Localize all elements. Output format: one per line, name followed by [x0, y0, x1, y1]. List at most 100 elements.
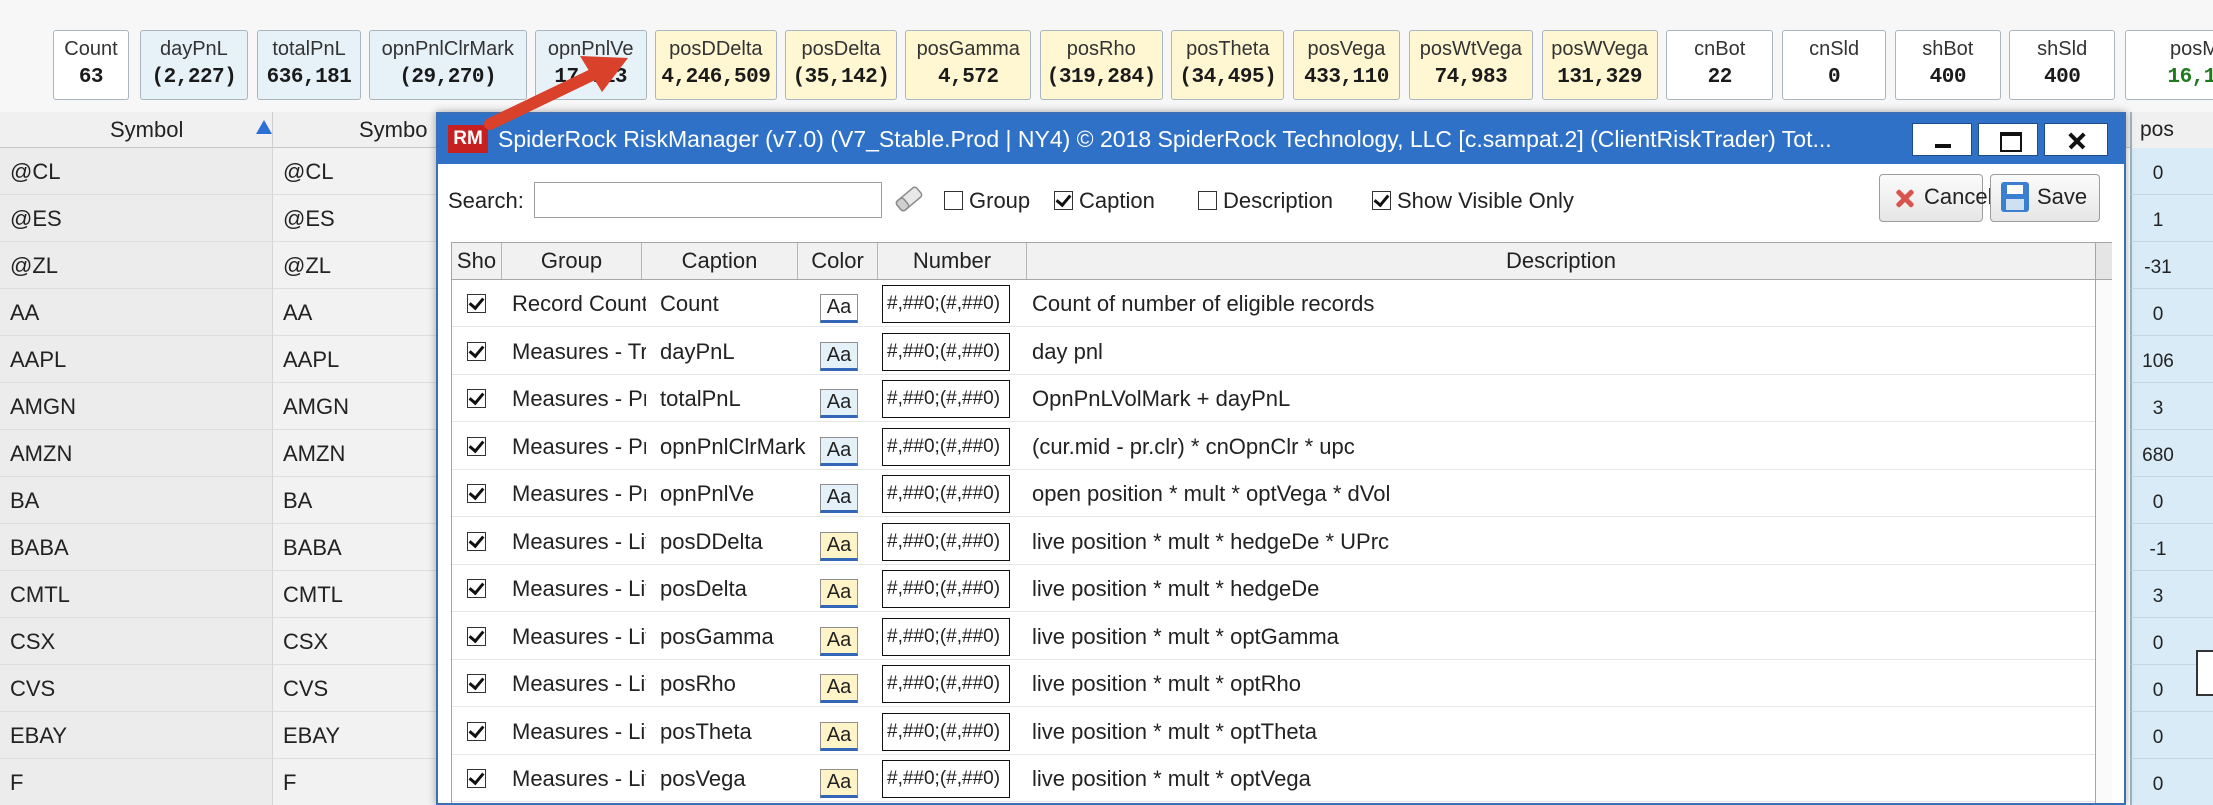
grid-cell-symbol-2[interactable]: AMZN	[272, 430, 452, 477]
field-number-format-input[interactable]: #,##0;(#,##0)	[882, 665, 1010, 703]
summary-box-posdelta[interactable]: posDelta (35,142)	[785, 30, 897, 100]
grid-cell-pos[interactable]: 0	[2130, 289, 2213, 336]
grid-cell-pos[interactable]: 1	[2130, 195, 2213, 242]
field-show-checkbox[interactable]	[467, 626, 486, 646]
column-header-caption[interactable]: Caption	[642, 243, 798, 279]
field-description[interactable]: Count of number of eligible records	[1032, 280, 2092, 327]
field-group[interactable]: Measures - Trade	[512, 328, 646, 375]
field-show-cell[interactable]	[452, 328, 502, 375]
field-description[interactable]: live position * mult * optVega	[1032, 755, 2092, 802]
field-description[interactable]: (cur.mid - pr.clr) * cnOpnClr * upc	[1032, 423, 2092, 470]
field-description[interactable]: live position * mult * hedgeDe * UPrc	[1032, 518, 2092, 565]
field-color-button[interactable]: Aa	[820, 531, 858, 561]
field-number-format-input[interactable]: #,##0;(#,##0)	[882, 475, 1010, 513]
field-row[interactable]: Measures - PnL AopnPnlVeAa#,##0;(#,##0)o…	[452, 470, 2112, 517]
field-color-button[interactable]: Aa	[820, 341, 858, 371]
field-show-cell[interactable]	[452, 613, 502, 660]
field-show-cell[interactable]	[452, 660, 502, 707]
field-show-checkbox[interactable]	[467, 531, 486, 551]
grid-cell-pos[interactable]: 0	[2130, 712, 2213, 759]
field-show-checkbox[interactable]	[467, 484, 486, 503]
field-description[interactable]: live position * mult * hedgeDe	[1032, 565, 2092, 612]
summary-box-poswvega[interactable]: posWVega 131,329	[1541, 30, 1658, 100]
field-number-format-input[interactable]: #,##0;(#,##0)	[882, 760, 1010, 798]
table-vertical-scrollbar[interactable]	[2095, 280, 2112, 803]
show-visible-only-checkbox[interactable]: Show Visible Only	[1372, 188, 1574, 214]
summary-box-poswtvega[interactable]: posWtVega 74,983	[1408, 30, 1534, 100]
field-row[interactable]: Measures - Live IposGammaAa#,##0;(#,##0)…	[452, 613, 2112, 660]
field-row[interactable]: Measures - PnLtotalPnLAa#,##0;(#,##0)Opn…	[452, 375, 2112, 422]
field-color-button[interactable]: Aa	[820, 294, 858, 323]
field-description[interactable]: day pnl	[1032, 328, 2092, 375]
grid-cell-symbol[interactable]: AA	[0, 289, 272, 336]
field-group[interactable]: Measures - PnL A	[512, 470, 646, 517]
field-show-cell[interactable]	[452, 518, 502, 565]
grid-cell-symbol[interactable]: AAPL	[0, 336, 272, 383]
field-color-button[interactable]: Aa	[820, 484, 858, 513]
grid-cell-symbol[interactable]: F	[0, 759, 272, 805]
field-group[interactable]: Measures - Live I	[512, 708, 646, 755]
grid-cell-pos[interactable]: 0	[2130, 759, 2213, 805]
field-row[interactable]: Measures - Live IposDDeltaAa#,##0;(#,##0…	[452, 518, 2112, 565]
column-header-group[interactable]: Group	[502, 243, 642, 279]
field-number-format-input[interactable]: #,##0;(#,##0)	[882, 285, 1010, 323]
field-color-button[interactable]: Aa	[820, 579, 858, 608]
field-color-button[interactable]: Aa	[820, 626, 858, 656]
summary-box-totalpnl[interactable]: totalPnL 636,181	[257, 30, 361, 100]
field-color-button[interactable]: Aa	[820, 721, 858, 751]
field-group[interactable]: Record Count	[512, 280, 646, 327]
field-show-checkbox[interactable]	[467, 579, 486, 598]
row-edit-handle[interactable]	[2196, 650, 2213, 696]
grid-cell-symbol[interactable]: CSX	[0, 618, 272, 665]
search-input[interactable]	[534, 182, 882, 218]
grid-cell-symbol-2[interactable]: AA	[272, 289, 452, 336]
grid-cell-pos[interactable]: 106	[2130, 336, 2213, 383]
field-number-format-input[interactable]: #,##0;(#,##0)	[882, 570, 1010, 608]
grid-cell-symbol[interactable]: @ES	[0, 195, 272, 242]
column-header-description[interactable]: Description	[1027, 243, 2095, 279]
group-checkbox-box[interactable]	[944, 191, 963, 210]
summary-box-opnpnlclrmark[interactable]: opnPnlClrMark (29,270)	[368, 30, 527, 100]
column-header-number-format[interactable]: Number Format	[878, 243, 1027, 309]
grid-cell-symbol-2[interactable]: CMTL	[272, 571, 452, 618]
dialog-titlebar[interactable]: RM SpiderRock RiskManager (v7.0) (V7_Sta…	[438, 114, 2124, 164]
field-group[interactable]: Measures - PnL	[512, 423, 646, 470]
grid-cell-pos[interactable]: 0	[2130, 477, 2213, 524]
grid-cell-pos[interactable]: -1	[2130, 524, 2213, 571]
field-show-cell[interactable]	[452, 470, 502, 517]
summary-box-shsld[interactable]: shSld 400	[2009, 30, 2116, 100]
grid-cell-symbol-2[interactable]: @CL	[272, 148, 452, 195]
field-show-checkbox[interactable]	[467, 769, 486, 788]
summary-box-posgamma[interactable]: posGamma 4,572	[905, 30, 1032, 100]
cancel-button[interactable]: Cancel	[1879, 174, 1992, 222]
summary-box-posrho[interactable]: posRho (319,284)	[1039, 30, 1163, 100]
save-button[interactable]: Save	[1990, 174, 2100, 222]
field-color-button[interactable]: Aa	[820, 769, 858, 798]
field-show-checkbox[interactable]	[467, 341, 486, 361]
summary-box-cnsld[interactable]: cnSld 0	[1781, 30, 1887, 100]
field-number-format-input[interactable]: #,##0;(#,##0)	[882, 712, 1010, 751]
field-row[interactable]: Measures - Live IposDeltaAa#,##0;(#,##0)…	[452, 565, 2112, 612]
field-group[interactable]: Measures - PnL	[512, 375, 646, 422]
column-header-show[interactable]: Sho	[452, 243, 502, 279]
field-description[interactable]: OpnPnLVolMark + dayPnL	[1032, 375, 2092, 422]
minimize-button[interactable]	[1912, 123, 1972, 156]
field-number-format-input[interactable]: #,##0;(#,##0)	[882, 522, 1010, 561]
caption-checkbox-box[interactable]	[1054, 191, 1073, 210]
maximize-button[interactable]	[1978, 123, 2038, 156]
field-show-cell[interactable]	[452, 565, 502, 612]
field-description[interactable]: live position * mult * optGamma	[1032, 613, 2092, 660]
grid-cell-pos[interactable]: 3	[2130, 571, 2213, 618]
grid-cell-symbol-2[interactable]: CVS	[272, 665, 452, 712]
grid-cell-symbol[interactable]: EBAY	[0, 712, 272, 759]
grid-cell-pos[interactable]: 680	[2130, 430, 2213, 477]
grid-cell-symbol-2[interactable]: EBAY	[272, 712, 452, 759]
field-number-format-input[interactable]: #,##0;(#,##0)	[882, 332, 1010, 371]
grid-cell-pos[interactable]: -31	[2130, 242, 2213, 289]
grid-cell-symbol[interactable]: @ZL	[0, 242, 272, 289]
grid-cell-symbol[interactable]: AMZN	[0, 430, 272, 477]
field-description[interactable]: live position * mult * optRho	[1032, 660, 2092, 707]
field-number-format-input[interactable]: #,##0;(#,##0)	[882, 380, 1010, 418]
summary-box-cnbot[interactable]: cnBot 22	[1665, 30, 1774, 100]
field-group[interactable]: Measures - Live I	[512, 660, 646, 707]
